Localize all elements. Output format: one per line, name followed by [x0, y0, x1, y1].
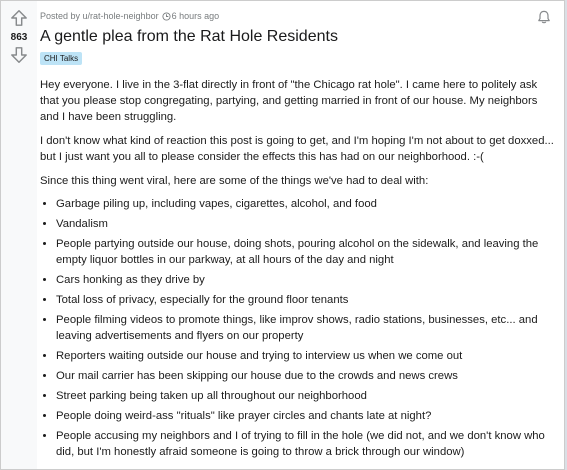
list-item: Our mail carrier has been skipping our h… — [56, 368, 556, 384]
list-item: People partying outside our house, doing… — [56, 236, 556, 268]
vote-score: 863 — [10, 32, 28, 43]
bell-icon[interactable] — [536, 9, 552, 25]
post-time[interactable]: 6 hours ago — [172, 11, 220, 21]
clock-icon — [162, 11, 171, 21]
list-item: Total loss of privacy, especially for th… — [56, 292, 556, 308]
body-paragraph: Hey everyone. I live in the 3-flat direc… — [40, 79, 538, 123]
post-body: Hey everyone. I live in the 3-flat direc… — [40, 77, 556, 464]
list-item: People accusing my neighbors and I of tr… — [56, 428, 556, 460]
list-item: Street parking being taken up all throug… — [56, 388, 556, 404]
post-title[interactable]: A gentle plea from the Rat Hole Resident… — [40, 28, 338, 46]
post-card: 863 Posted by u/rat-hole-neighbor 6 hour… — [0, 0, 565, 470]
list-item: Vandalism — [56, 216, 556, 232]
list-item: People filming videos to promote things,… — [56, 312, 556, 344]
downvote-arrow-icon[interactable] — [10, 46, 28, 64]
list-item: People doing weird-ass "rituals" like pr… — [56, 408, 556, 424]
list-item: Garbage piling up, including vapes, ciga… — [56, 196, 556, 212]
body-paragraph: I don't know what kind of reaction this … — [40, 135, 554, 163]
upvote-arrow-icon[interactable] — [10, 9, 28, 27]
posted-by[interactable]: Posted by u/rat-hole-neighbor — [40, 11, 159, 21]
complaint-list: Garbage piling up, including vapes, ciga… — [40, 196, 556, 460]
post-flair[interactable]: CHI Talks — [40, 52, 83, 65]
post-meta: Posted by u/rat-hole-neighbor 6 hours ag… — [40, 11, 219, 21]
list-item: Reporters waiting outside our house and … — [56, 348, 556, 364]
list-item: Cars honking as they drive by — [56, 272, 556, 288]
vote-column: 863 — [1, 1, 37, 469]
body-paragraph: Since this thing went viral, here are so… — [40, 175, 429, 187]
